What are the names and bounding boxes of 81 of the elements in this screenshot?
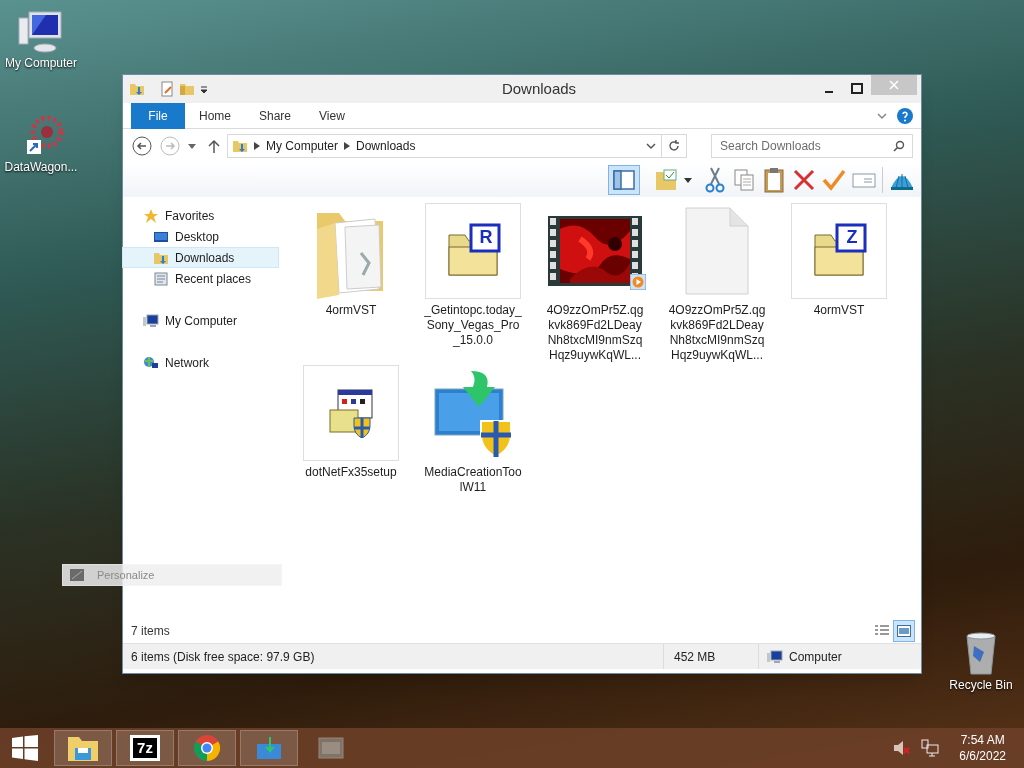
media-creation-icon	[256, 736, 282, 760]
desktop-icon-label[interactable]: DataWagon...	[4, 160, 78, 175]
window-title: Downloads	[500, 78, 578, 99]
scissors-icon[interactable]	[704, 167, 726, 193]
blank-document-icon	[682, 206, 752, 296]
folder-icon	[67, 734, 99, 762]
nav-item[interactable]: Recent places	[122, 268, 279, 289]
file-name[interactable]: _Getintopc.today_Sony_Vegas_Pro_15.0.0	[424, 303, 522, 348]
close-icon	[889, 80, 899, 90]
seven-zip-logo: 7z	[130, 735, 160, 761]
chrome-icon	[193, 734, 221, 762]
desktop-icon-label[interactable]: Recycle Bin	[949, 678, 1013, 693]
archive-letter-label: Z	[845, 226, 859, 248]
window-app-icon	[318, 737, 344, 759]
ribbon-tab[interactable]: Share	[245, 102, 306, 129]
nav-item[interactable]: My Computer	[122, 310, 279, 331]
refresh-button[interactable]	[661, 134, 687, 158]
nav-item[interactable]: Network	[122, 352, 279, 373]
chevron-icon[interactable]	[344, 142, 351, 150]
dropdown-icon[interactable]	[644, 140, 657, 152]
dropdown-icon[interactable]	[684, 176, 692, 184]
star-icon	[143, 207, 159, 224]
file-name[interactable]: MediaCreationToolW11	[424, 465, 522, 495]
windows-logo-icon	[12, 735, 38, 761]
large-icons-view-icon	[897, 625, 911, 637]
installer-icon	[326, 388, 376, 438]
checkmark-icon[interactable]	[822, 168, 846, 192]
clipboard-icon[interactable]	[762, 167, 786, 193]
computer-icon	[767, 648, 783, 665]
download-folder-icon	[129, 81, 145, 97]
archive-icon	[445, 223, 501, 279]
ribbon-tab[interactable]: View	[305, 102, 359, 129]
thumbnail-frame[interactable]: R	[425, 203, 521, 299]
play-badge-icon	[630, 274, 646, 290]
item-count: 7 items	[131, 623, 170, 640]
search-icon[interactable]	[893, 140, 905, 152]
search-field[interactable]: Search Downloads	[711, 134, 913, 158]
large-icons-view-button[interactable]	[893, 620, 915, 642]
archive-letter-label: R	[478, 226, 494, 248]
taskbar-button[interactable]	[54, 730, 112, 766]
pane-icon	[613, 170, 635, 190]
taskbar-button[interactable]	[178, 730, 236, 766]
network-icon	[143, 354, 159, 371]
breadcrumb[interactable]: My Computer	[266, 137, 339, 155]
download-folder-icon	[232, 138, 248, 154]
nav-item[interactable]: Favorites	[122, 205, 279, 226]
nav-item[interactable]: Downloads	[122, 247, 279, 268]
up-icon[interactable]	[207, 138, 221, 154]
status-size: 452 MB	[663, 644, 758, 669]
file-name[interactable]: 4ormVST	[790, 303, 888, 318]
preview-pane-button[interactable]	[608, 165, 640, 195]
computer-icon	[143, 312, 159, 329]
details-view-icon	[875, 625, 889, 637]
file-name[interactable]: 4O9zzOmPr5Z.qgkvk869Fd2LDeayNh8txcMI9nmSzqHqz9uywKqWL...	[546, 303, 644, 363]
ribbon-tab[interactable]: Home	[185, 102, 245, 129]
taskbar-button[interactable]	[240, 730, 298, 766]
refresh-icon	[667, 140, 680, 152]
properties-icon[interactable]	[159, 81, 175, 97]
thumbnail-frame[interactable]	[303, 365, 399, 461]
archive-icon	[811, 223, 867, 279]
speaker-muted-icon[interactable]	[893, 740, 912, 756]
address-bar[interactable]: My Computer Downloads	[227, 134, 662, 158]
computer-icon	[17, 8, 65, 56]
delete-icon[interactable]	[792, 168, 816, 192]
clock[interactable]: 7:54 AM 6/6/2022	[951, 732, 1024, 764]
desktop-icon-label[interactable]: My Computer	[5, 56, 77, 71]
recent-places-icon	[153, 270, 169, 287]
help-icon[interactable]	[897, 107, 913, 124]
file-name[interactable]: dotNetFx35setup	[302, 465, 400, 480]
status-location: Computer	[789, 648, 842, 666]
network-icon[interactable]	[921, 739, 940, 757]
thumbnail-frame[interactable]: Z	[791, 203, 887, 299]
taskbar-button[interactable]: 7z	[116, 730, 174, 766]
nav-item[interactable]: Desktop	[122, 226, 279, 247]
status-text: 6 items (Disk free space: 97.9 GB)	[130, 648, 316, 666]
chevron-icon[interactable]	[254, 142, 260, 150]
back-icon[interactable]	[131, 135, 153, 157]
recent-locations-icon[interactable]	[187, 141, 197, 151]
breadcrumb[interactable]: Downloads	[356, 137, 416, 155]
file-name[interactable]: 4O9zzOmPr5Z.qgkvk869Fd2LDeayNh8txcMI9nmSzqHqz9uywKqWL...	[668, 303, 766, 363]
file-name[interactable]: 4ormVST	[302, 303, 400, 318]
